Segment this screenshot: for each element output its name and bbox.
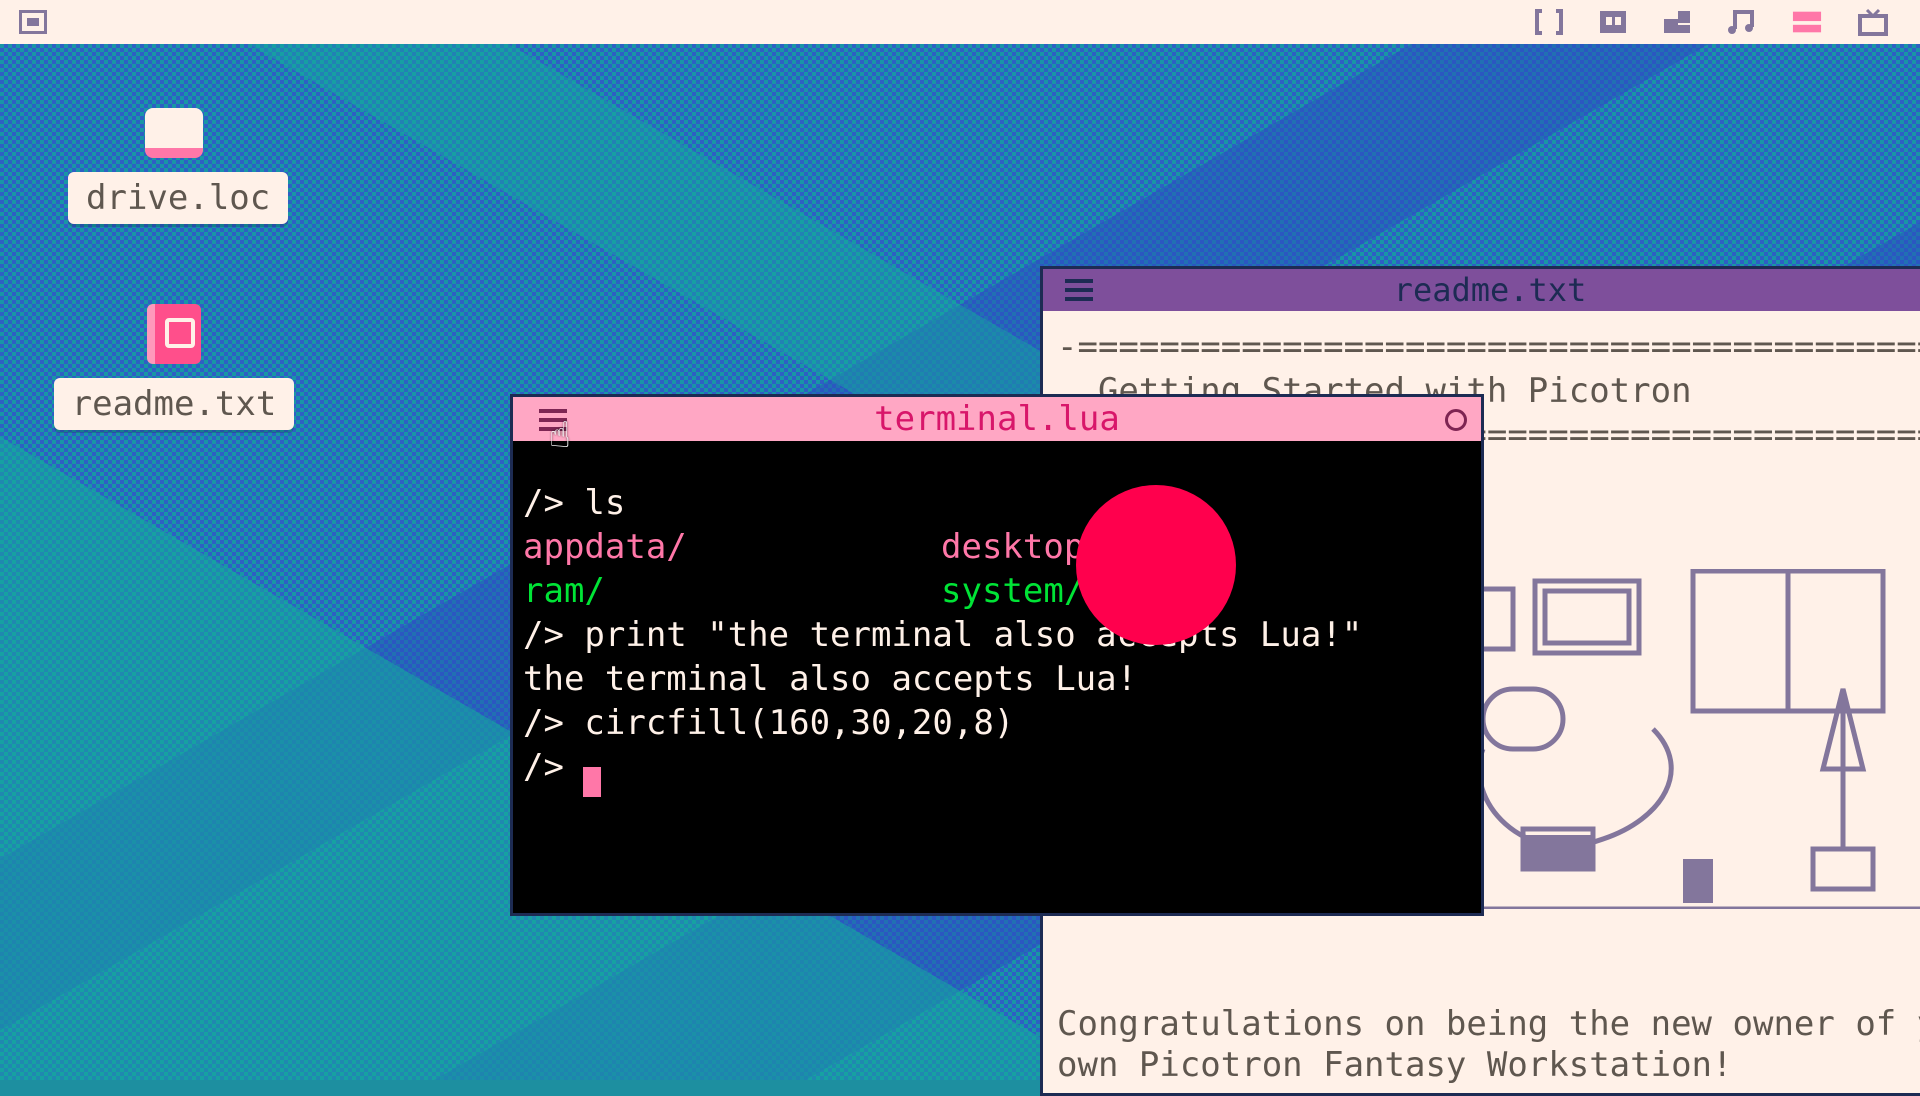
window-titlebar[interactable]: terminal.lua — [513, 397, 1481, 441]
desktop-item-readme[interactable]: readme.txt — [52, 304, 296, 430]
desktop-item-drive[interactable]: drive.loc — [68, 108, 289, 224]
window-title: terminal.lua — [874, 399, 1120, 439]
music-icon[interactable] — [1726, 8, 1756, 36]
terminal-dir-entry: ram/ — [523, 571, 605, 611]
drive-icon[interactable] — [145, 108, 203, 158]
run-cartridge-icon[interactable] — [1858, 8, 1888, 36]
readme-line: -=======================================… — [1057, 327, 1920, 367]
sfx-icon[interactable] — [1792, 8, 1822, 36]
terminal-window[interactable]: terminal.lua ☝ /> ls appdata/ desktop/ r… — [510, 394, 1484, 916]
book-icon[interactable] — [147, 304, 201, 364]
sprite-editor-icon[interactable] — [1598, 8, 1628, 36]
window-titlebar[interactable]: readme.txt — [1043, 269, 1920, 311]
picotron-logo-icon[interactable] — [18, 8, 48, 36]
close-icon[interactable] — [1445, 409, 1467, 431]
terminal-line: /> circfill(160,30,20,8) — [523, 703, 1015, 743]
map-editor-icon[interactable] — [1662, 8, 1692, 36]
terminal-line: the terminal also accepts Lua! — [523, 659, 1138, 699]
code-editor-icon[interactable] — [1534, 8, 1564, 36]
text-caret — [583, 767, 601, 797]
window-title: readme.txt — [1393, 271, 1587, 309]
terminal-line: /> print "the terminal also accepts Lua!… — [523, 615, 1363, 655]
readme-paragraph: Congratulations on being the new owner o… — [1057, 1004, 1920, 1044]
readme-paragraph: own Picotron Fantasy Workstation! — [1057, 1045, 1733, 1085]
mouse-pointer-icon: ☝ — [549, 415, 571, 456]
terminal-dir-entry: system/ — [941, 571, 1085, 611]
drawn-circle — [1076, 485, 1236, 645]
desktop-item-label[interactable]: drive.loc — [68, 172, 289, 224]
desktop-item-label[interactable]: readme.txt — [53, 378, 295, 430]
top-menu-bar — [0, 0, 1920, 44]
terminal-line: /> ls — [523, 483, 626, 523]
hamburger-menu-icon[interactable] — [1065, 279, 1093, 301]
room-illustration — [1470, 569, 1920, 909]
terminal-prompt[interactable]: /> — [523, 747, 584, 787]
terminal-dir-entry: appdata/ — [523, 527, 687, 567]
